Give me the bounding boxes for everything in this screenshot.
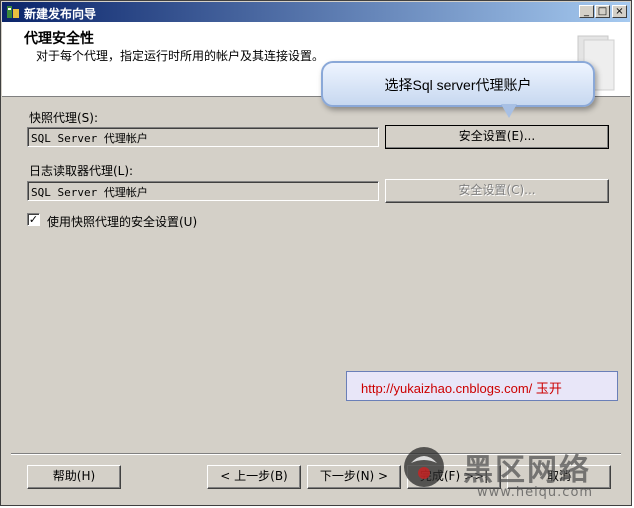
snapshot-agent-field: SQL Server 代理帐户 [27, 127, 379, 147]
wizard-window: 新建发布向导 _ □ × 代理安全性 对于每个代理，指定运行时所用的帐户及其连接… [0, 0, 632, 506]
back-button[interactable]: < 上一步(B) [207, 465, 301, 489]
maximize-button[interactable]: □ [595, 5, 610, 18]
watermark-url: www.heiqu.com [477, 485, 594, 500]
use-snapshot-security-label[interactable]: 使用快照代理的安全设置(U) [47, 213, 197, 230]
use-snapshot-security-checkbox[interactable]: ✓ [27, 213, 40, 226]
logreader-agent-label: 日志读取器代理(L): [29, 164, 134, 178]
page-subtitle: 对于每个代理，指定运行时所用的帐户及其连接设置。 [36, 49, 325, 63]
snapshot-security-button[interactable]: 安全设置(E)... [385, 125, 609, 149]
callout-bubble: 选择Sql server代理账户 [321, 61, 595, 107]
page-title: 代理安全性 [24, 31, 94, 47]
author-annotation: http://yukaizhao.cnblogs.com/ 玉开 [346, 371, 618, 401]
close-button[interactable]: × [612, 5, 627, 18]
logreader-security-button[interactable]: 安全设置(C)... [385, 179, 609, 203]
watermark-logo-icon [404, 447, 444, 487]
help-button[interactable]: 帮助(H) [27, 465, 121, 489]
site-watermark: 黑区网络 www.heiqu.com [401, 441, 631, 505]
snapshot-agent-label: 快照代理(S): [29, 111, 99, 125]
author-url: http://yukaizhao.cnblogs.com/ 玉开 [361, 381, 562, 396]
window-title: 新建发布向导 [24, 7, 97, 21]
title-bar[interactable]: 新建发布向导 _ □ × [2, 2, 630, 22]
logreader-agent-field: SQL Server 代理帐户 [27, 181, 379, 201]
watermark-brand: 黑区网络 [463, 453, 591, 488]
callout-pointer [501, 104, 517, 118]
wizard-app-icon [7, 6, 19, 18]
next-button[interactable]: 下一步(N) > [307, 465, 401, 489]
callout-text: 选择Sql server代理账户 [384, 77, 532, 93]
minimize-button[interactable]: _ [579, 5, 594, 18]
